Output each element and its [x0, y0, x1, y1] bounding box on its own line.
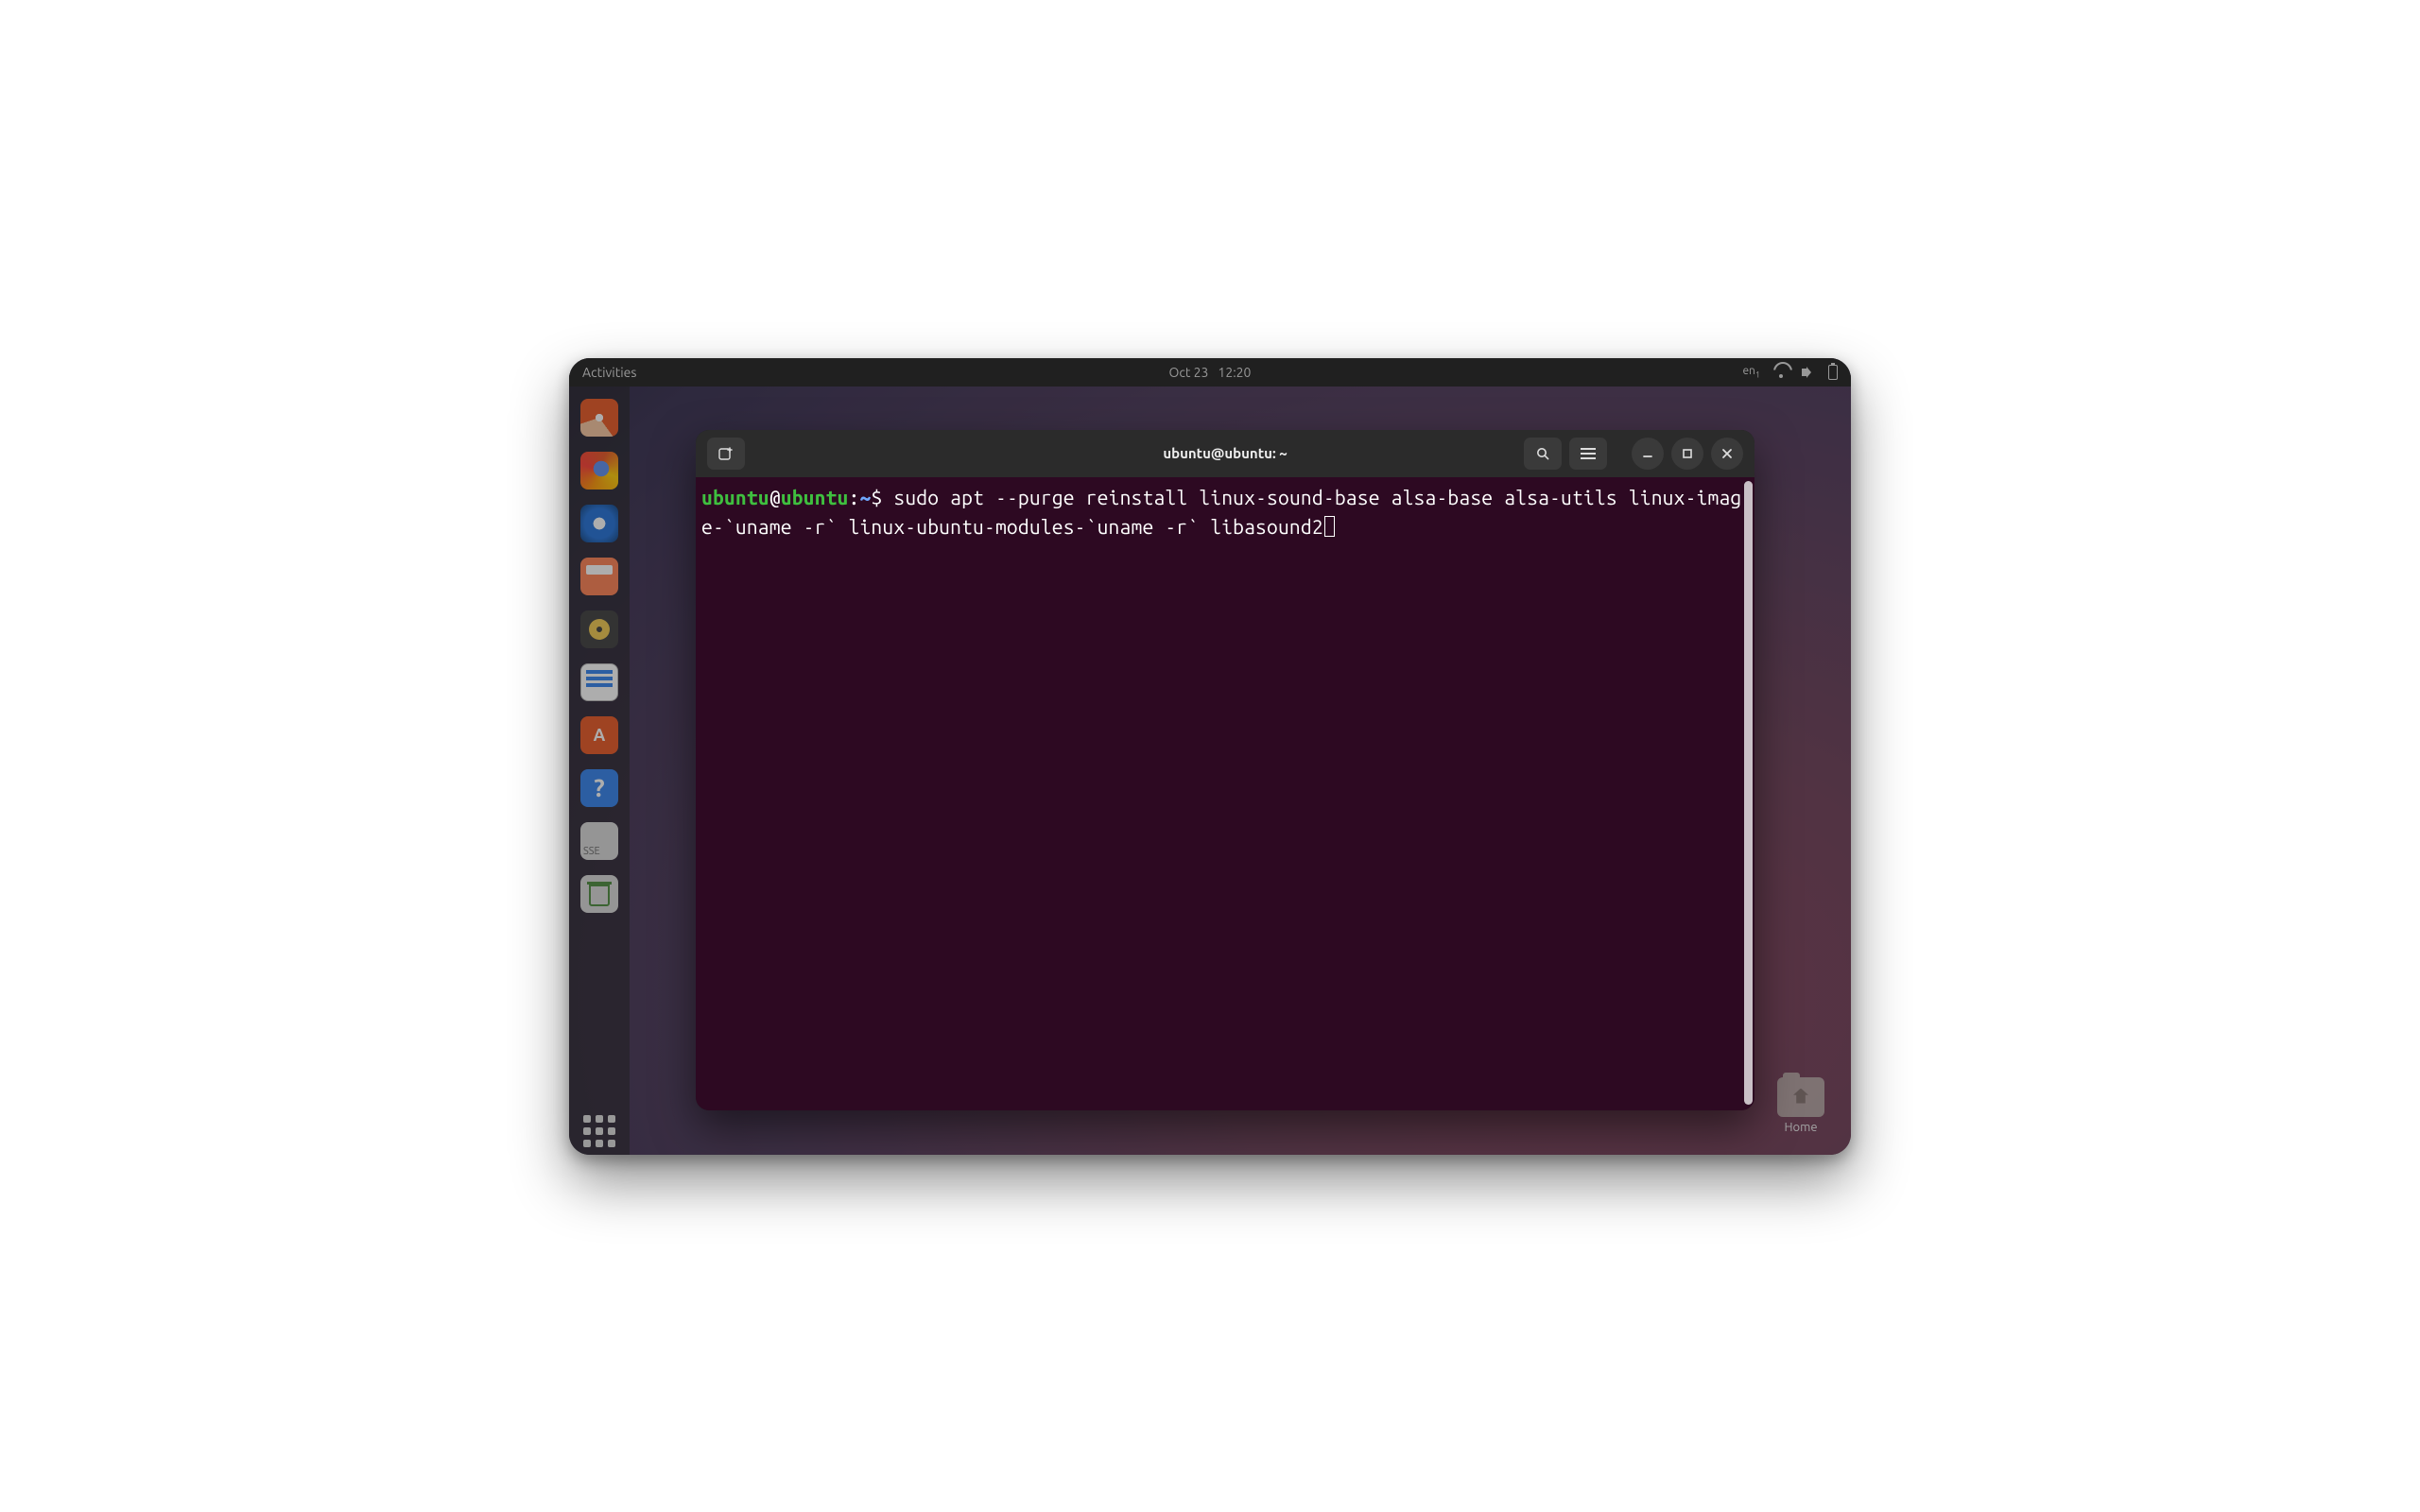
terminal-scrollbar[interactable]: [1744, 481, 1753, 1105]
terminal-window: ubuntu@ubuntu: ~ ubuntu@ubuntu:~$ sudo a…: [696, 430, 1754, 1110]
software-icon: [580, 716, 618, 754]
thunderbird-icon: [580, 505, 618, 542]
home-folder-label: Home: [1777, 1121, 1824, 1134]
prompt-at: @: [769, 486, 781, 508]
battery-icon[interactable]: [1828, 365, 1838, 380]
dock-app-firefox[interactable]: [576, 447, 623, 494]
dock-app-trash[interactable]: [576, 870, 623, 918]
home-folder-icon: [1777, 1077, 1824, 1117]
input-language-indicator[interactable]: en1: [1742, 365, 1760, 379]
show-applications-button[interactable]: [576, 1108, 623, 1155]
gnome-topbar: Activities Oct 23 12:20 en1: [569, 358, 1851, 387]
rhythmbox-icon: [580, 610, 618, 648]
terminal-content[interactable]: ubuntu@ubuntu:~$ sudo apt --purge reinst…: [696, 477, 1754, 1110]
dock-app-files[interactable]: [576, 553, 623, 600]
firefox-icon: [580, 452, 618, 490]
close-icon: [1720, 446, 1735, 461]
prompt-host: ubuntu: [781, 486, 849, 508]
dock-app-screenshot[interactable]: SSE: [576, 817, 623, 865]
writer-icon: [580, 663, 618, 701]
dock-app-rhythmbox[interactable]: [576, 606, 623, 653]
terminal-headerbar: ubuntu@ubuntu: ~: [696, 430, 1754, 477]
close-button[interactable]: [1711, 438, 1743, 470]
dock-app-software[interactable]: [576, 712, 623, 759]
clock-area[interactable]: Oct 23 12:20: [1169, 365, 1252, 380]
minimize-icon: [1640, 446, 1655, 461]
terminal-cursor: [1324, 516, 1335, 537]
screenshot-icon: SSE: [580, 822, 618, 860]
new-tab-icon: [718, 446, 734, 461]
maximize-button[interactable]: [1671, 438, 1703, 470]
prompt-colon: :: [849, 486, 860, 508]
files-icon: [580, 558, 618, 595]
screen-frame: Activities Oct 23 12:20 en1 ? SSE Home: [569, 358, 1851, 1155]
hamburger-menu-button[interactable]: [1569, 438, 1607, 470]
maximize-icon: [1680, 446, 1695, 461]
prompt-path: ~: [859, 486, 871, 508]
search-icon: [1535, 446, 1550, 461]
dock-app-thunderbird[interactable]: [576, 500, 623, 547]
terminal-line: ubuntu@ubuntu:~$ sudo apt --purge reinst…: [701, 483, 1747, 542]
lang-variant: 1: [1755, 369, 1760, 379]
prompt-user: ubuntu: [701, 486, 769, 508]
hamburger-icon: [1581, 446, 1596, 461]
topbar-date: Oct 23: [1169, 365, 1209, 380]
dock: ? SSE: [569, 387, 630, 1155]
desktop-home-folder[interactable]: Home: [1777, 1077, 1824, 1134]
new-tab-button[interactable]: [707, 438, 745, 470]
activities-button[interactable]: Activities: [569, 365, 649, 380]
dock-app-writer[interactable]: [576, 659, 623, 706]
installer-icon: [580, 399, 618, 437]
topbar-time: 12:20: [1218, 365, 1251, 380]
help-icon: ?: [580, 769, 618, 807]
volume-icon[interactable]: [1802, 367, 1815, 378]
dock-app-help[interactable]: ?: [576, 765, 623, 812]
applications-grid-icon: [580, 1112, 618, 1150]
trash-icon: [580, 875, 618, 913]
search-button[interactable]: [1524, 438, 1562, 470]
dock-app-installer[interactable]: [576, 394, 623, 441]
network-icon[interactable]: [1773, 367, 1789, 378]
terminal-title: ubuntu@ubuntu: ~: [1163, 445, 1287, 461]
lang-code: en: [1742, 365, 1754, 377]
prompt-dollar: $: [871, 486, 882, 508]
minimize-button[interactable]: [1632, 438, 1664, 470]
